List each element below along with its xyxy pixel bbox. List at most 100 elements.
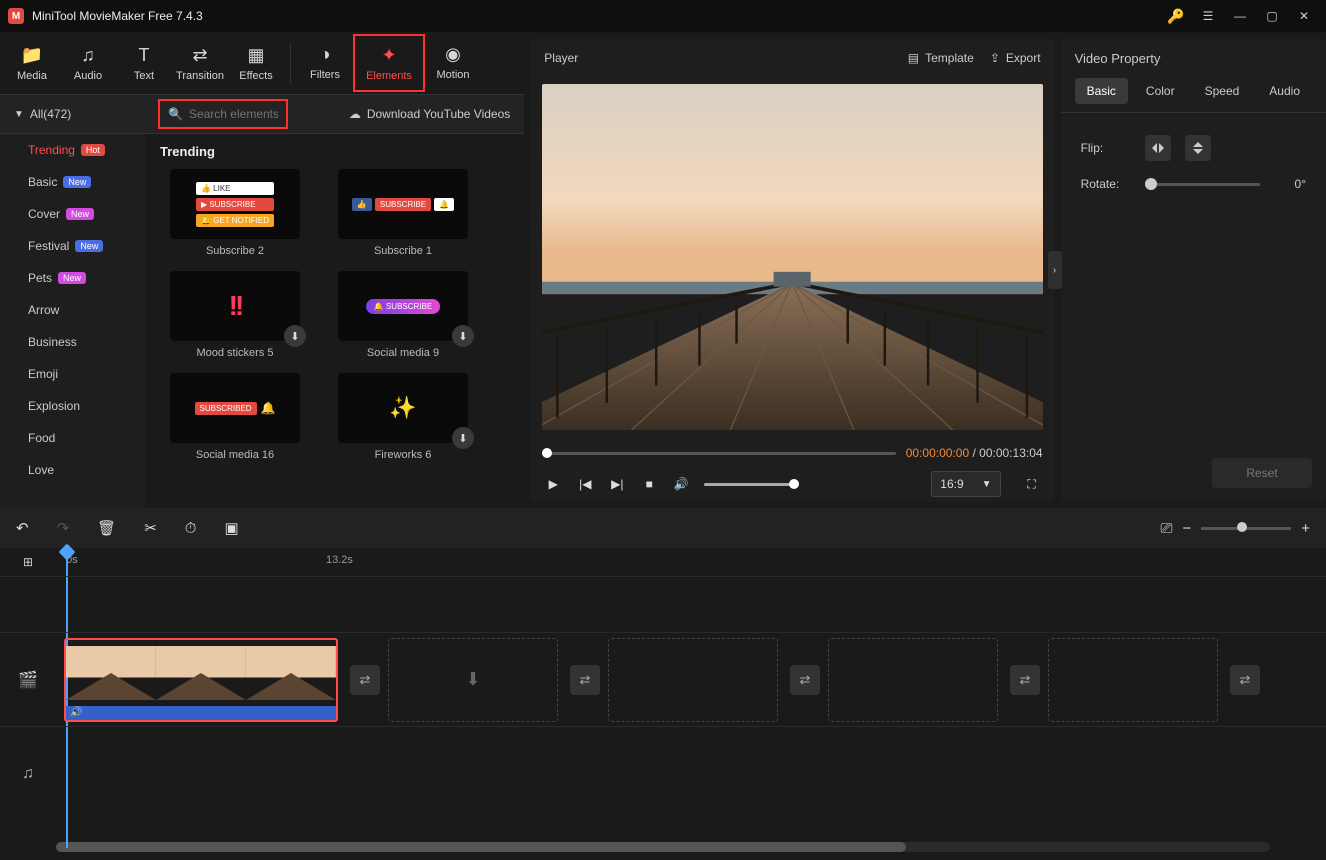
badge: New bbox=[75, 240, 103, 252]
crop-button[interactable]: ▣ bbox=[224, 519, 238, 537]
next-frame-button[interactable]: ▶| bbox=[606, 473, 628, 495]
transition-slot[interactable]: ⇄ bbox=[1230, 665, 1260, 695]
time-current: 00:00:00:00 bbox=[906, 446, 969, 460]
rotate-label: Rotate: bbox=[1081, 177, 1131, 191]
template-icon: ▤ bbox=[908, 51, 919, 65]
category-pets[interactable]: PetsNew bbox=[0, 262, 146, 294]
empty-clip-slot[interactable] bbox=[608, 638, 778, 722]
delete-button[interactable]: 🗑 bbox=[97, 519, 116, 537]
player-title: Player bbox=[544, 51, 578, 65]
volume-slider[interactable] bbox=[704, 483, 799, 486]
cloud-download-icon: ☁ bbox=[349, 107, 361, 121]
category-basic[interactable]: BasicNew bbox=[0, 166, 146, 198]
volume-icon[interactable]: 🔊 bbox=[670, 473, 692, 495]
element-thumb[interactable]: 👍SUBSCRIBE🔔Subscribe 1 bbox=[328, 169, 478, 257]
timeline-ruler[interactable]: 0s13.2s bbox=[56, 548, 1326, 576]
download-youtube-button[interactable]: ☁ Download YouTube Videos bbox=[349, 107, 510, 121]
flip-vertical-button[interactable] bbox=[1185, 135, 1211, 161]
app-logo-icon: M bbox=[8, 8, 24, 24]
empty-clip-slot[interactable]: ⬇ bbox=[388, 638, 558, 722]
category-explosion[interactable]: Explosion bbox=[0, 390, 146, 422]
player-preview[interactable] bbox=[542, 84, 1042, 430]
zoom-out-button[interactable]: − bbox=[1182, 520, 1191, 537]
category-love[interactable]: Love bbox=[0, 454, 146, 486]
transition-slot[interactable]: ⇄ bbox=[790, 665, 820, 695]
aspect-ratio-select[interactable]: 16:9 ▼ bbox=[931, 471, 1000, 497]
menu-icon[interactable]: ☰ bbox=[1194, 2, 1222, 30]
category-food[interactable]: Food bbox=[0, 422, 146, 454]
maximize-button[interactable]: ▢ bbox=[1258, 2, 1286, 30]
category-cover[interactable]: CoverNew bbox=[0, 198, 146, 230]
flip-label: Flip: bbox=[1081, 141, 1131, 155]
playback-scrubber[interactable] bbox=[542, 452, 895, 455]
template-button[interactable]: ▤ Template bbox=[908, 51, 974, 65]
badge: New bbox=[63, 176, 91, 188]
category-festival[interactable]: FestivalNew bbox=[0, 230, 146, 262]
toolbar-tab-filters[interactable]: ◑Filters bbox=[297, 34, 353, 90]
all-categories-toggle[interactable]: ▼ All(472) bbox=[0, 95, 146, 133]
split-button[interactable]: ✂ bbox=[144, 519, 157, 537]
category-emoji[interactable]: Emoji bbox=[0, 358, 146, 390]
time-total: 00:00:13:04 bbox=[979, 446, 1042, 460]
transition-slot[interactable]: ⇄ bbox=[350, 665, 380, 695]
prev-frame-button[interactable]: |◀ bbox=[574, 473, 596, 495]
category-trending[interactable]: TrendingHot bbox=[0, 134, 146, 166]
fullscreen-button[interactable]: ⛶ bbox=[1021, 473, 1043, 495]
download-icon[interactable]: ⬇ bbox=[452, 325, 474, 347]
export-button[interactable]: ⇪ Export bbox=[990, 51, 1041, 65]
filters-icon: ◑ bbox=[320, 44, 331, 65]
download-icon[interactable]: ⬇ bbox=[452, 427, 474, 449]
toolbar-tab-transition[interactable]: ⇄Transition bbox=[172, 35, 228, 91]
transition-icon: ⇄ bbox=[192, 45, 207, 66]
minimize-button[interactable]: — bbox=[1226, 2, 1254, 30]
property-tab-color[interactable]: Color bbox=[1134, 78, 1187, 104]
rotate-value: 0° bbox=[1274, 177, 1306, 191]
license-key-icon[interactable]: 🔑 bbox=[1162, 2, 1190, 30]
search-elements-wrap[interactable]: 🔍 bbox=[158, 99, 288, 129]
element-thumb[interactable]: SUBSCRIBED🔔Social media 16 bbox=[160, 373, 310, 461]
category-arrow[interactable]: Arrow bbox=[0, 294, 146, 326]
download-icon[interactable]: ⬇ bbox=[284, 325, 306, 347]
element-thumb[interactable]: 👍 LIKE▶ SUBSCRIBE🔔 GET NOTIFIEDSubscribe… bbox=[160, 169, 310, 257]
toolbar-tab-audio[interactable]: ♫Audio bbox=[60, 35, 116, 91]
stop-button[interactable]: ■ bbox=[638, 473, 660, 495]
toolbar-tab-motion[interactable]: ◉Motion bbox=[425, 34, 481, 90]
element-thumb[interactable]: !!⬇Mood stickers 5 bbox=[160, 271, 310, 359]
collapse-panel-button[interactable]: › bbox=[1048, 251, 1062, 289]
property-tab-basic[interactable]: Basic bbox=[1075, 78, 1128, 104]
play-button[interactable]: ▶ bbox=[542, 473, 564, 495]
timecode: 00:00:00:00 / 00:00:13:04 bbox=[906, 446, 1043, 460]
close-button[interactable]: ✕ bbox=[1290, 2, 1318, 30]
undo-button[interactable]: ↶ bbox=[16, 519, 29, 537]
rotate-slider[interactable] bbox=[1145, 183, 1260, 186]
timeline-horizontal-scrollbar[interactable] bbox=[56, 842, 1270, 852]
toolbar-tab-media[interactable]: 📁Media bbox=[4, 35, 60, 91]
element-thumb[interactable]: 🔔 SUBSCRIBE⬇Social media 9 bbox=[328, 271, 478, 359]
text-icon: T bbox=[139, 45, 150, 66]
property-tab-audio[interactable]: Audio bbox=[1257, 78, 1312, 104]
property-tab-speed[interactable]: Speed bbox=[1193, 78, 1252, 104]
redo-button[interactable]: ↷ bbox=[57, 519, 70, 537]
element-thumb[interactable]: ✨⬇Fireworks 6 bbox=[328, 373, 478, 461]
timeline-clip[interactable]: 🔊 bbox=[64, 638, 338, 722]
zoom-slider[interactable] bbox=[1201, 527, 1291, 530]
add-track-icon[interactable]: ⊞ bbox=[23, 555, 33, 569]
empty-clip-slot[interactable] bbox=[828, 638, 998, 722]
ruler-mark: 13.2s bbox=[326, 554, 353, 566]
search-input[interactable] bbox=[189, 107, 278, 121]
zoom-in-button[interactable]: + bbox=[1301, 520, 1310, 537]
chevron-down-icon: ▼ bbox=[982, 479, 992, 490]
badge: New bbox=[58, 272, 86, 284]
speed-button[interactable]: ⏱ bbox=[185, 520, 197, 537]
transition-slot[interactable]: ⇄ bbox=[1010, 665, 1040, 695]
reset-button[interactable]: Reset bbox=[1212, 458, 1312, 488]
fit-timeline-button[interactable]: ⎚ bbox=[1160, 520, 1172, 537]
flip-horizontal-button[interactable] bbox=[1145, 135, 1171, 161]
toolbar-tab-elements[interactable]: ✦Elements bbox=[353, 34, 425, 92]
empty-clip-slot[interactable] bbox=[1048, 638, 1218, 722]
toolbar-tab-text[interactable]: TText bbox=[116, 35, 172, 91]
audio-track-icon: ♫ bbox=[0, 727, 56, 820]
category-business[interactable]: Business bbox=[0, 326, 146, 358]
toolbar-tab-effects[interactable]: ▦Effects bbox=[228, 35, 284, 91]
transition-slot[interactable]: ⇄ bbox=[570, 665, 600, 695]
